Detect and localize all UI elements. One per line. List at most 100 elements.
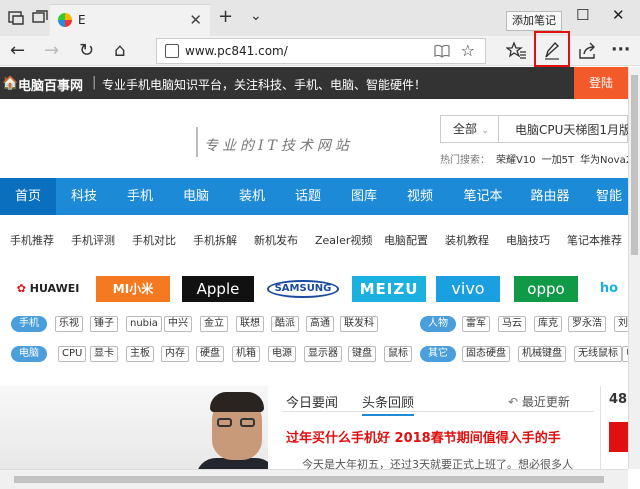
menu-item[interactable]: 路由器 [518,178,582,215]
tag[interactable]: 金立 [200,316,228,332]
url-text[interactable]: www.pc841.com/ [185,44,288,58]
subnav-link[interactable]: 装机教程 [445,232,489,248]
tag[interactable]: 高通 [306,316,334,332]
tag[interactable]: 显示器 [304,346,342,362]
menu-item[interactable]: 图库 [336,178,392,215]
tag[interactable]: 马云 [498,316,526,332]
subnav-link[interactable]: 手机拆解 [193,232,237,248]
tag[interactable]: 机械键盘 [518,346,566,362]
address-bar[interactable]: www.pc841.com/ ☆ [156,38,486,64]
brand-logo-apple[interactable]: Apple [182,276,254,302]
handwritten-logo: 专业的IT技术网站 [204,138,353,154]
brand-logo-honor[interactable]: ho [590,276,628,302]
tag-category[interactable]: 手机 [11,316,47,332]
subnav-link[interactable]: 新机发布 [254,232,298,248]
subnav-link[interactable]: 电脑技巧 [506,232,550,248]
share-icon[interactable] [576,40,598,62]
subnav-link[interactable]: 电脑配置 [384,232,428,248]
login-button[interactable]: 登陆 [574,67,628,99]
menu-item[interactable]: 电脑 [168,178,224,215]
vertical-scrollbar[interactable] [628,67,640,469]
favorite-star-icon[interactable]: ☆ [461,41,475,60]
tag[interactable]: 无线鼠标 [574,346,622,362]
horizontal-scrollbar[interactable] [0,469,628,489]
tag[interactable]: 鼠标 [384,346,412,362]
reading-view-icon[interactable] [433,42,451,60]
scrollbar-thumb[interactable] [14,476,604,483]
new-tab-button[interactable]: + [218,6,233,27]
tag[interactable]: 显卡 [90,346,118,362]
tag[interactable]: 乐视 [55,316,83,332]
tag[interactable]: 硬盘 [196,346,224,362]
menu-item[interactable]: 装机 [224,178,280,215]
forward-button[interactable]: → [44,40,59,62]
menu-item-home[interactable]: 首页 [0,178,56,215]
tag[interactable]: 罗永浩 [568,316,606,332]
hot-search-item[interactable]: 华为Nova2s [580,155,628,166]
show-tabs-icon[interactable] [30,8,50,28]
menu-item[interactable]: 科技 [56,178,112,215]
back-button[interactable]: ← [10,40,25,62]
menu-item[interactable]: 手机 [112,178,168,215]
more-menu-button[interactable]: ··· [611,40,630,60]
tag[interactable]: 联想 [236,316,264,332]
subnav-link[interactable]: 手机推荐 [10,232,54,248]
hot-search-item[interactable]: 一加5T [542,155,574,166]
hot-search-item[interactable]: 荣耀V10 [496,155,536,166]
tag[interactable]: 中兴 [164,316,192,332]
tag-category[interactable]: 人物 [420,316,456,332]
refresh-button[interactable]: ↻ [79,40,94,62]
subnav-link[interactable]: 笔记本推荐 [567,232,622,248]
recent-update-link[interactable]: ↶ 最近更新 [508,393,570,410]
tag-category[interactable]: 电脑 [11,346,47,362]
brand-logo-meizu[interactable]: MEIZU [352,276,426,302]
news-photo[interactable] [0,386,268,469]
menu-item[interactable]: 话题 [280,178,336,215]
search-category-select[interactable]: 全部 ⌄ [441,116,499,142]
search-input[interactable]: 电脑CPU天梯图1月版 [515,121,628,138]
brand-logo-huawei[interactable]: ✿ HUAWEI [10,276,86,302]
tag[interactable]: 酷派 [271,316,299,332]
news-headline[interactable]: 过年买什么手机好 2018春节期间值得入手的手 [286,427,561,446]
hub-icon[interactable] [506,40,528,62]
brand-logo-text: HUAWEI [29,282,80,295]
brand-logo-oppo[interactable]: oppo [514,276,578,302]
tag[interactable]: 固态硬盘 [462,346,510,362]
subnav-link[interactable]: 手机对比 [132,232,176,248]
tab-today-news[interactable]: 今日要闻 [286,392,338,411]
menu-item[interactable]: 笔记本 [448,178,518,215]
tab-headline-review[interactable]: 头条回顾 [362,392,415,416]
brand-logo-vivo[interactable]: vivo [436,276,500,302]
site-brand[interactable]: 电脑百事网 [18,75,83,94]
brand-logo-samsung[interactable]: SAMSUNG [266,276,340,302]
maximize-button[interactable]: ☐ [576,6,589,24]
tag[interactable]: 机箱 [232,346,260,362]
browser-tab[interactable]: E ✕ [50,4,210,36]
home-button[interactable]: ⌂ [114,40,125,62]
subnav-link[interactable]: Zealer视频 [315,232,372,248]
set-aside-tabs-icon[interactable] [6,8,26,28]
tab-preview-chevron-icon[interactable]: ⌄ [250,8,262,24]
menu-item[interactable]: 智能 [584,178,628,215]
tag[interactable]: 锤子 [90,316,118,332]
subnav-link[interactable]: 手机评测 [71,232,115,248]
right-column-thumbnail[interactable] [609,422,628,452]
tab-close-icon[interactable]: ✕ [189,11,202,29]
tag[interactable]: 库克 [534,316,562,332]
tag[interactable]: 主板 [126,346,154,362]
tag[interactable]: 内存 [161,346,189,362]
tag-category[interactable]: 其它 [420,346,456,362]
scrollbar-thumb[interactable] [631,75,638,255]
tag[interactable]: 刘 [614,316,628,332]
menu-item[interactable]: 视频 [392,178,448,215]
tag[interactable]: nubia [126,316,162,332]
tag[interactable]: 雷军 [462,316,490,332]
tag[interactable]: CPU [58,346,87,362]
tag-row-brands: 手机 乐视 锤子 nubia 中兴 金立 联想 酷派 高通 联发科 人物 雷军 … [0,316,628,334]
home-icon[interactable]: 🏠 [2,76,18,91]
close-window-button[interactable]: ✕ [612,6,625,24]
tag[interactable]: 联发科 [340,316,378,332]
tag[interactable]: 电源 [268,346,296,362]
tag[interactable]: 键盘 [348,346,376,362]
brand-logo-xiaomi[interactable]: MI小米 [96,276,170,302]
